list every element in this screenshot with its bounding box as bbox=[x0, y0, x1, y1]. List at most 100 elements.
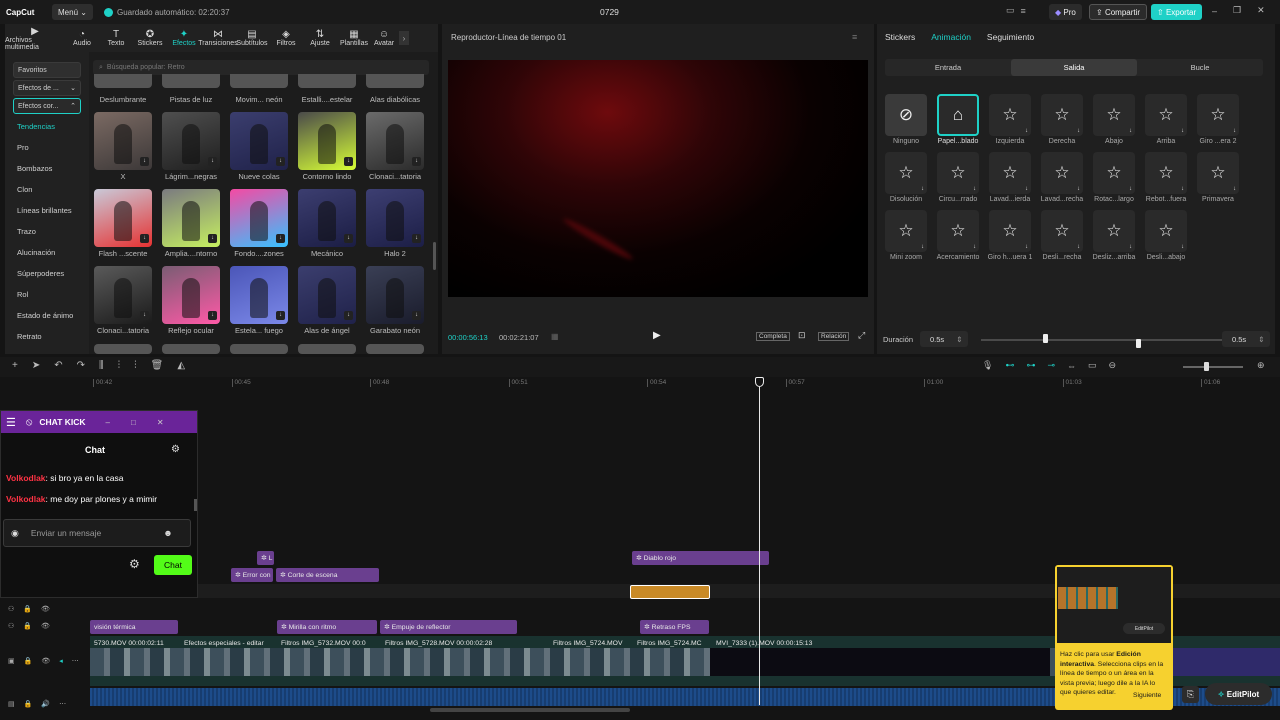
lock-icon[interactable]: 🔒 bbox=[23, 622, 32, 630]
mask-icon[interactable]: ◭ bbox=[177, 360, 185, 371]
zoom-slider[interactable] bbox=[1183, 366, 1243, 368]
animation-preset[interactable]: ☆ ↓ bbox=[989, 210, 1031, 252]
category-item[interactable]: Trazo bbox=[5, 221, 89, 242]
redo-icon[interactable]: ↷ bbox=[77, 360, 85, 371]
animation-preset[interactable]: ⌂ bbox=[937, 94, 979, 136]
search-input[interactable]: ⌕ Búsqueda popular: Retro bbox=[93, 60, 429, 75]
effect-thumbnail[interactable] bbox=[298, 74, 356, 88]
effect-thumbnail[interactable] bbox=[366, 74, 424, 88]
more-icon[interactable]: ⋯ bbox=[59, 700, 66, 708]
download-icon[interactable]: ↓ bbox=[1025, 128, 1028, 134]
download-icon[interactable]: ↓ bbox=[276, 157, 285, 166]
editpilot-button[interactable]: ✧ EditPilot bbox=[1205, 683, 1272, 705]
animation-preset[interactable]: ☆ ↓ bbox=[1145, 152, 1187, 194]
favorites-button[interactable]: Favoritos bbox=[13, 62, 81, 78]
tab-audio[interactable]: ◔ Audio bbox=[65, 24, 99, 52]
close-icon[interactable]: ✕ bbox=[1257, 5, 1265, 16]
animation-preset[interactable]: ☆ ↓ bbox=[937, 210, 979, 252]
animation-preset[interactable]: ☆ ↓ bbox=[1145, 210, 1187, 252]
split-right-icon[interactable]: ⫶ bbox=[134, 360, 137, 371]
microphone-icon[interactable]: 🎙 bbox=[982, 360, 993, 371]
sliders-icon[interactable]: ≡ bbox=[1021, 6, 1026, 16]
category-item[interactable]: Pro bbox=[5, 137, 89, 158]
layout-icon[interactable]: ▭ bbox=[1006, 5, 1015, 16]
link-icon[interactable]: ⊷ bbox=[1005, 360, 1014, 371]
snap-icon[interactable]: ⊸ bbox=[1047, 360, 1055, 371]
download-icon[interactable]: ↓ bbox=[344, 234, 353, 243]
download-icon[interactable]: ↓ bbox=[921, 186, 924, 192]
download-icon[interactable]: ↓ bbox=[412, 157, 421, 166]
tab-text[interactable]: T Texto bbox=[99, 24, 133, 52]
tab-templates[interactable]: ▦ Plantillas bbox=[337, 24, 371, 52]
category-item[interactable]: Líneas brillantes bbox=[5, 200, 89, 221]
tab-adjust[interactable]: ⇅ Ajuste bbox=[303, 24, 337, 52]
tab-transitions[interactable]: ⋈ Transiciones bbox=[198, 24, 237, 52]
stepper-icon[interactable]: ⇕ bbox=[956, 335, 962, 344]
download-icon[interactable]: ↓ bbox=[1129, 186, 1132, 192]
effect-thumbnail[interactable] bbox=[94, 344, 152, 354]
chat-username[interactable]: Volkodlak bbox=[6, 494, 46, 504]
tooltip-next-button[interactable]: Siguiente bbox=[1133, 692, 1161, 699]
export-button[interactable]: ⇧ Exportar bbox=[1151, 4, 1203, 20]
ratio-button[interactable]: Relación bbox=[818, 332, 850, 341]
more-icon[interactable]: ⋯ bbox=[72, 657, 79, 665]
animation-preset[interactable]: ☆ ↓ bbox=[1197, 94, 1239, 136]
download-icon[interactable]: ↓ bbox=[1181, 186, 1184, 192]
caption-icon[interactable]: ▭ bbox=[1088, 360, 1097, 371]
chat-tab[interactable]: Chat bbox=[85, 445, 105, 455]
maximize-icon[interactable]: ❐ bbox=[1233, 5, 1241, 16]
timeline-list-icon[interactable]: ▦ bbox=[551, 332, 559, 341]
chat-maximize-icon[interactable]: □ bbox=[131, 418, 136, 427]
menu-button[interactable]: Menú ⌄ bbox=[52, 4, 93, 20]
effect-clip-diablo[interactable]: ✲ Diablo rojo bbox=[632, 551, 769, 565]
video-preview[interactable] bbox=[448, 60, 868, 297]
duration-slider-handle-in[interactable] bbox=[1043, 334, 1048, 343]
tab-avatar[interactable]: ☺ Avatar bbox=[371, 24, 397, 52]
tab-stickers[interactable]: Stickers bbox=[885, 32, 915, 42]
pro-badge[interactable]: ◆ Pro bbox=[1049, 4, 1082, 20]
effect-clip-empuje[interactable]: ✲ Empuje de reflector bbox=[380, 620, 517, 634]
tab-filters[interactable]: ◈ Filtros bbox=[269, 24, 303, 52]
effect-thumbnail[interactable] bbox=[298, 344, 356, 354]
feedback-icon[interactable]: ⎘ bbox=[1182, 686, 1199, 703]
animation-preset[interactable]: ☆ ↓ bbox=[1041, 210, 1083, 252]
animation-preset[interactable]: ☆ ↓ bbox=[1041, 152, 1083, 194]
split-icon[interactable]: ⫼ bbox=[99, 360, 104, 371]
effect-thumbnail[interactable] bbox=[230, 74, 288, 88]
download-icon[interactable]: ↓ bbox=[973, 186, 976, 192]
chat-send-button[interactable]: Chat bbox=[154, 555, 192, 575]
grid-scrollbar[interactable] bbox=[433, 242, 436, 270]
fullscreen-icon[interactable]: ⤢ bbox=[858, 330, 865, 341]
download-icon[interactable]: ↓ bbox=[921, 244, 924, 250]
download-icon[interactable]: ↓ bbox=[412, 234, 421, 243]
preview-axis-icon[interactable]: ⇔ bbox=[1067, 361, 1076, 371]
smiley-icon[interactable]: ☻ bbox=[163, 528, 172, 538]
tab-subtitles[interactable]: ▤ Subtítulos bbox=[235, 24, 269, 52]
download-icon[interactable]: ↓ bbox=[1025, 186, 1028, 192]
animation-preset[interactable]: ☆ ↓ bbox=[885, 152, 927, 194]
animation-preset[interactable]: ☆ ↓ bbox=[1093, 210, 1135, 252]
download-icon[interactable]: ↓ bbox=[1025, 244, 1028, 250]
download-icon[interactable]: ↓ bbox=[1233, 128, 1236, 134]
cursor-icon[interactable]: ➤ bbox=[32, 360, 40, 371]
share-button[interactable]: ⇪ Compartir bbox=[1089, 4, 1148, 20]
download-icon[interactable]: ↓ bbox=[1077, 186, 1080, 192]
timeline-ruler[interactable]: 00:42 00:45 00:48 00:51 00:54 00:57 01:00 01:03… bbox=[90, 377, 1280, 389]
category-item[interactable]: Estado de ánimo bbox=[5, 305, 89, 326]
download-icon[interactable]: ↓ bbox=[1233, 186, 1236, 192]
duration-slider-handle-out[interactable] bbox=[1136, 339, 1141, 348]
animation-preset[interactable]: ☆ ↓ bbox=[1093, 152, 1135, 194]
animation-preset[interactable]: ☆ ↓ bbox=[989, 94, 1031, 136]
tab-animation[interactable]: Animación bbox=[931, 32, 971, 42]
download-icon[interactable]: ↓ bbox=[276, 311, 285, 320]
subtab-entrada[interactable]: Entrada bbox=[885, 59, 1011, 76]
sticker-clip-selected[interactable] bbox=[630, 585, 710, 599]
download-icon[interactable]: ↓ bbox=[276, 234, 285, 243]
tab-sticker[interactable]: ✪ Stickers bbox=[133, 24, 167, 52]
chat-username[interactable]: Volkodlak bbox=[6, 473, 46, 483]
chat-close-icon[interactable]: ✕ bbox=[157, 418, 164, 427]
full-quality-button[interactable]: Completa bbox=[756, 332, 790, 341]
stepper-icon[interactable]: ⇕ bbox=[1258, 335, 1264, 344]
category-item[interactable]: Tendencias bbox=[5, 116, 89, 137]
download-icon[interactable]: ↓ bbox=[1129, 128, 1132, 134]
